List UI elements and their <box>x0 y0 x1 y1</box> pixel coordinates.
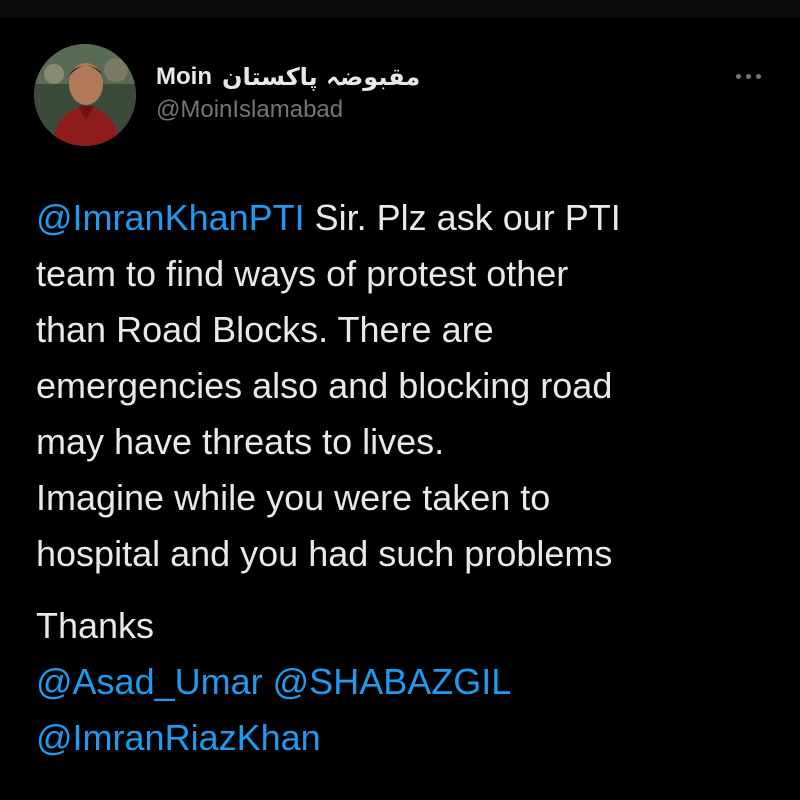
more-options-button[interactable] <box>728 64 768 88</box>
mention-link[interactable]: @ImranRiazKhan <box>36 717 321 758</box>
more-options-icon <box>735 73 741 79</box>
tweet-line-thanks: Thanks <box>36 605 155 646</box>
tweet-line-6: Imagine while you were taken to <box>36 477 551 518</box>
mention-link[interactable]: @SHABAZGIL <box>273 661 512 702</box>
display-name[interactable]: Moin <box>156 63 212 91</box>
mention-link[interactable]: @Asad_Umar <box>36 661 263 702</box>
tweet-line-3: than Road Blocks. There are <box>36 309 494 350</box>
tweet-text-segment: Sir. Plz ask our PTI <box>304 197 621 238</box>
avatar[interactable] <box>34 44 136 146</box>
tweet-line-mentions: @Asad_Umar @SHABAZGIL <box>36 654 776 710</box>
tweet-line-1: @ImranKhanPTI Sir. Plz ask our PTI <box>36 190 776 246</box>
more-options-icon <box>755 73 761 79</box>
tweet-line-2: team to find ways of protest other <box>36 253 569 294</box>
profile-photo-icon <box>34 44 136 146</box>
tweet-text: @ImranKhanPTI Sir. Plz ask our PTI team … <box>36 190 776 766</box>
top-bar <box>0 0 800 18</box>
name-row[interactable]: Moin مقبوضہ پاکستان <box>156 60 420 94</box>
mention-link[interactable]: @ImranKhanPTI <box>36 197 305 238</box>
user-handle[interactable]: @MoinIslamabad <box>156 96 343 124</box>
display-name-urdu[interactable]: مقبوضہ پاکستان <box>222 63 420 91</box>
tweet-line-mentions-2: @ImranRiazKhan <box>36 710 776 766</box>
tweet-line-5: may have threats to lives. <box>36 421 445 462</box>
more-options-icon <box>745 73 751 79</box>
tweet-line-4: emergencies also and blocking road <box>36 365 613 406</box>
tweet-line-7: hospital and you had such problems <box>36 533 613 574</box>
